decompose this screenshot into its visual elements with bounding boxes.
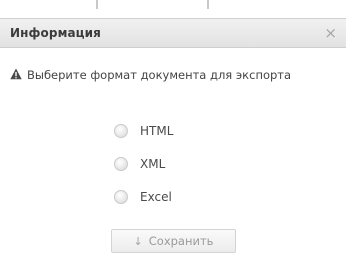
export-message: Выберите формат документа для экспорта: [10, 68, 291, 82]
download-icon: ↓: [133, 234, 143, 248]
save-button[interactable]: ↓ Сохранить: [111, 229, 236, 253]
radio-button[interactable]: [114, 124, 128, 138]
format-option-xml[interactable]: XML: [114, 155, 173, 173]
dialog-title: Информация: [10, 26, 101, 40]
radio-button[interactable]: [114, 190, 128, 204]
format-option-label: XML: [140, 157, 166, 171]
warning-icon: [10, 68, 22, 80]
dialog-titlebar: Информация ×: [0, 18, 346, 48]
close-icon[interactable]: ×: [324, 24, 337, 42]
format-option-label: HTML: [140, 124, 174, 138]
radio-button[interactable]: [114, 157, 128, 171]
export-message-text: Выберите формат документа для экспорта: [27, 68, 292, 82]
format-option-label: Excel: [140, 190, 172, 204]
save-button-label: Сохранить: [148, 234, 214, 248]
background-strip: [0, 0, 346, 18]
background-mark: [96, 0, 98, 9]
format-radio-group: HTML XML Excel: [114, 122, 173, 221]
background-mark: [207, 0, 209, 9]
format-option-html[interactable]: HTML: [114, 122, 173, 140]
format-option-excel[interactable]: Excel: [114, 188, 173, 206]
